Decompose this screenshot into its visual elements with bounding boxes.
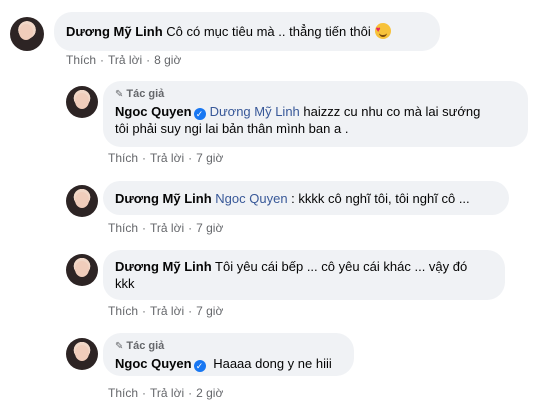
comment-actions: Thích · Trả lời · 7 giờ [108,221,223,236]
comment-bubble: ✎ Tác giả Ngoc Quyen ✓ Dương Mỹ Linh haizzz… [103,81,528,147]
verified-icon: ✓ [193,360,206,372]
author-badge: ✎ Tác giả [115,88,516,101]
reply-link[interactable]: Trả lời [150,386,184,400]
like-link[interactable]: Thích [66,53,96,67]
mention-link[interactable]: Dương Mỹ Linh [210,104,300,119]
pen-icon: ✎ [115,341,124,352]
comment-bubble: Dương Mỹ Linh Ngoc Quyen : kkkk cô nghĩ … [103,181,509,215]
avatar[interactable] [66,254,98,286]
pen-icon: ✎ [115,89,124,100]
comment-actions: Thích · Trả lời · 8 giờ [66,53,181,68]
author-badge: ✎ Tác giả [115,340,342,353]
separator: · [142,304,147,318]
comment-text: Haaaa dong y ne hiii [213,356,332,371]
comment-text: Tôi yêu cái bếp ... cô yêu cái khác ... … [215,259,468,274]
timestamp[interactable]: 7 giờ [196,151,223,165]
comment-author[interactable]: Dương Mỹ Linh [115,259,212,274]
mention-link[interactable]: Ngoc Quyen [215,191,287,206]
comment-actions: Thích · Trả lời · 7 giờ [108,151,223,166]
comment-text: haizzz cu nhu co mà lai sướng [303,104,481,119]
comment-text-line2: kkk [115,276,135,291]
comment-bubble: Dương Mỹ Linh Cô có mục tiêu mà .. thẳng… [54,12,440,51]
like-link[interactable]: Thích [108,304,138,318]
like-link[interactable]: Thích [108,151,138,165]
smiling-face-with-hearts-icon [374,21,391,39]
comment-author[interactable]: Dương Mỹ Linh [66,24,163,39]
separator: · [142,221,147,235]
separator: · [142,386,147,400]
like-link[interactable]: Thích [108,386,138,400]
separator: · [146,53,151,67]
author-badge-label: Tác giả [126,340,165,352]
separator: · [188,304,193,318]
comment-actions: Thích · Trả lời · 7 giờ [108,304,223,319]
comment-author[interactable]: Dương Mỹ Linh [115,191,212,206]
reply-link[interactable]: Trả lời [150,304,184,318]
avatar[interactable] [10,17,44,51]
reply-link[interactable]: Trả lời [150,151,184,165]
comment-bubble: ✎ Tác giả Ngoc Quyen ✓ Haaaa dong y ne hii… [103,333,354,376]
timestamp[interactable]: 7 giờ [196,221,223,235]
reply-link[interactable]: Trả lời [150,221,184,235]
avatar[interactable] [66,338,98,370]
reply-link[interactable]: Trả lời [108,53,142,67]
separator: · [188,386,193,400]
comment-text: Cô có mục tiêu mà .. thẳng tiến thôi [166,24,371,39]
comment-text: : kkkk cô nghĩ tôi, tôi nghĩ cô ... [291,191,470,206]
comment-actions: Thích · Trả lời · 2 giờ [108,386,223,401]
separator: · [100,53,105,67]
separator: · [188,151,193,165]
separator: · [142,151,147,165]
avatar[interactable] [66,185,98,217]
like-link[interactable]: Thích [108,221,138,235]
timestamp[interactable]: 8 giờ [154,53,181,67]
comment-author[interactable]: Ngoc Quyen [115,104,192,119]
author-badge-label: Tác giả [126,88,165,100]
separator: · [188,221,193,235]
timestamp[interactable]: 2 giờ [196,386,223,400]
verified-icon: ✓ [193,108,206,120]
avatar[interactable] [66,86,98,118]
comment-text-line2: tôi phải suy ngi lai bản thân mình ban a… [115,121,349,136]
timestamp[interactable]: 7 giờ [196,304,223,318]
comment-author[interactable]: Ngoc Quyen [115,356,192,371]
comment-bubble: Dương Mỹ Linh Tôi yêu cái bếp ... cô yêu… [103,250,505,300]
